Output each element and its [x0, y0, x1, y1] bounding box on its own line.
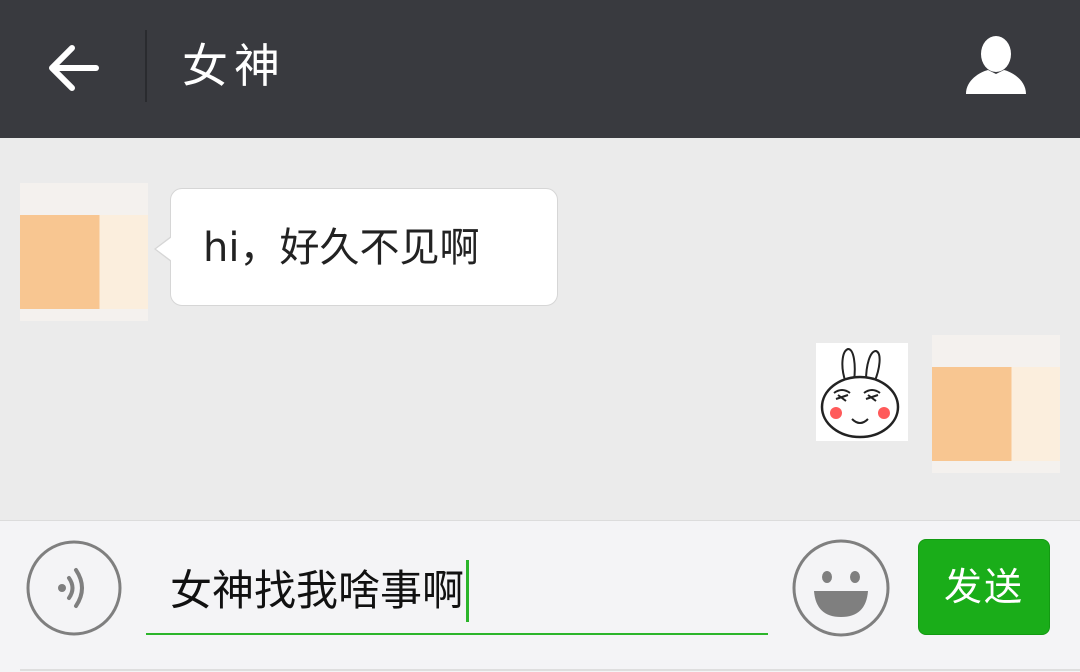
message-input-value: 女神找我啥事啊	[170, 555, 470, 627]
header-divider	[145, 30, 147, 102]
send-button[interactable]: 发送	[918, 539, 1050, 635]
bunny-face-sticker[interactable]	[816, 343, 908, 441]
voice-wave-icon	[26, 540, 122, 636]
bubble-tail-fill	[156, 237, 172, 261]
message-list[interactable]: hi，好久不见啊	[0, 138, 1080, 520]
incoming-message-bubble[interactable]: hi，好久不见啊	[170, 188, 558, 306]
emoji-button[interactable]	[792, 539, 890, 637]
user-icon	[966, 36, 1026, 94]
arrow-left-icon	[49, 45, 99, 91]
contact-profile-button[interactable]	[958, 30, 1034, 102]
message-text: hi，好久不见啊	[203, 225, 480, 271]
message-text-input[interactable]: 女神找我啥事啊	[146, 549, 768, 635]
chat-header: 女神	[0, 0, 1080, 138]
my-avatar[interactable]	[932, 335, 1060, 473]
smiley-face-icon	[792, 539, 890, 637]
voice-input-button[interactable]	[26, 540, 122, 636]
contact-avatar[interactable]	[20, 183, 148, 321]
chat-title: 女神	[182, 39, 286, 93]
back-button[interactable]	[40, 34, 108, 102]
text-caret	[466, 559, 470, 622]
bottom-divider	[20, 669, 1080, 671]
message-input-bar: 女神找我啥事啊 发送	[0, 520, 1080, 672]
